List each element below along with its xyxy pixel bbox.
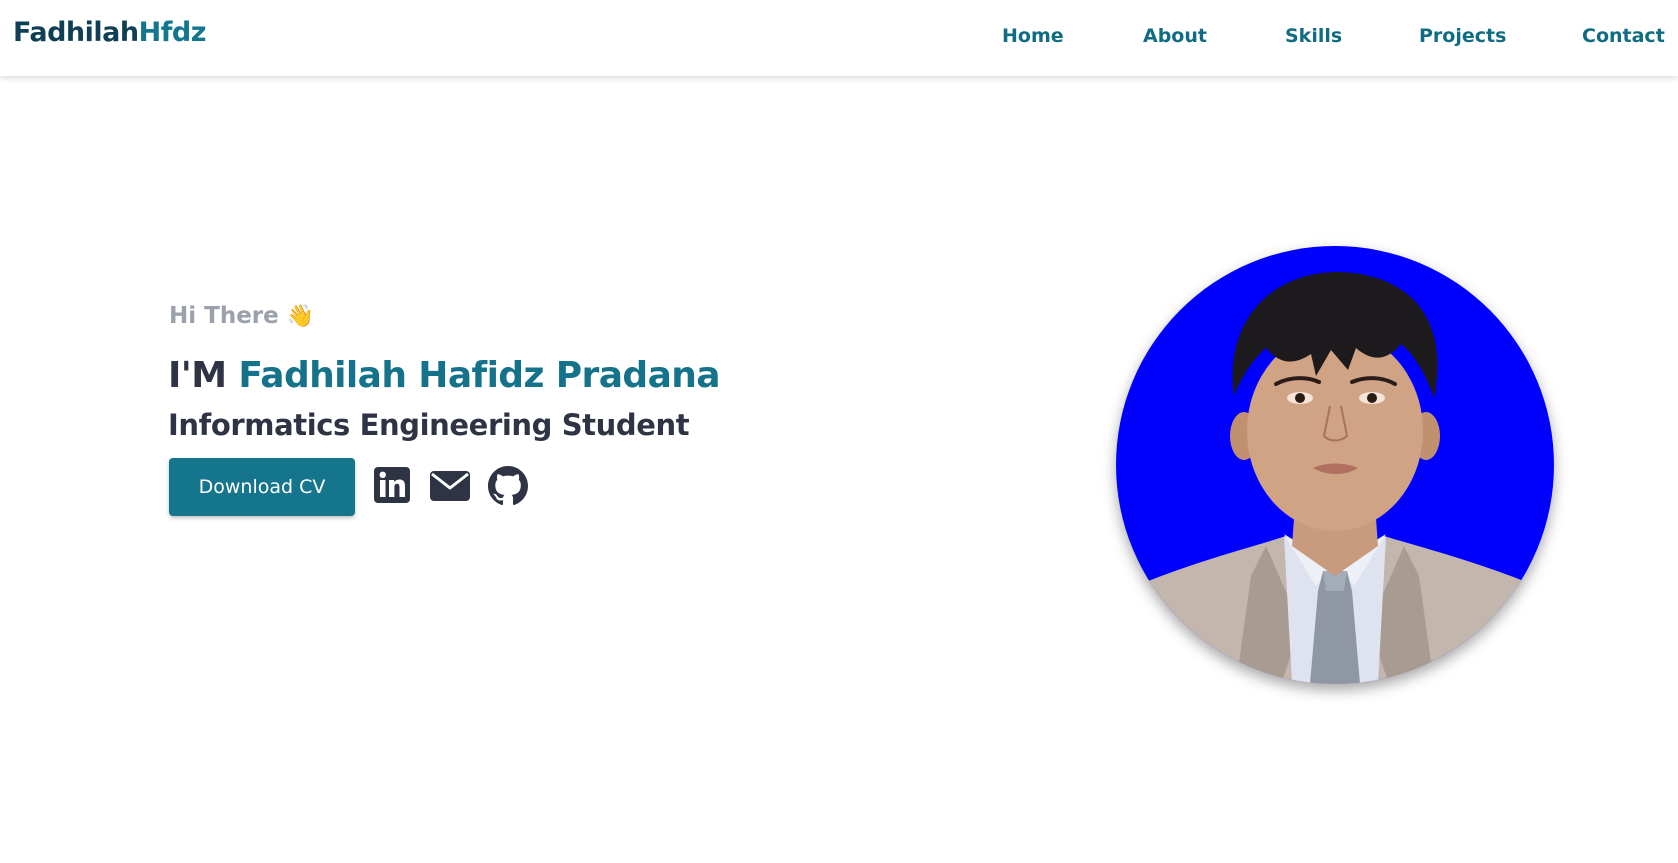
profile-portrait-image [1116, 246, 1554, 684]
linkedin-icon [374, 467, 410, 503]
brand-first: Fadhilah [13, 17, 139, 48]
nav-home-link[interactable]: Home [1002, 25, 1064, 47]
brand-logo[interactable]: FadhilahHfdz [13, 17, 206, 48]
linkedin-link[interactable] [373, 466, 413, 506]
waving-hand-icon: 👋 [286, 304, 315, 329]
brand-second: Hfdz [138, 17, 207, 48]
title-name: Fadhilah Hafidz Pradana [238, 355, 720, 396]
email-link[interactable] [429, 466, 471, 506]
greeting-text: Hi There [169, 303, 279, 329]
github-icon [488, 466, 528, 506]
nav-projects-link[interactable]: Projects [1419, 25, 1506, 47]
nav-about-link[interactable]: About [1143, 25, 1207, 47]
envelope-icon [430, 471, 470, 501]
download-cv-button[interactable]: Download CV [169, 458, 355, 516]
profile-photo [1116, 246, 1554, 684]
nav-contact-link[interactable]: Contact [1582, 25, 1665, 47]
nav-skills-link[interactable]: Skills [1285, 25, 1342, 47]
hero-subtitle: Informatics Engineering Student [168, 408, 690, 442]
title-prefix: I'M [168, 355, 239, 396]
hero-title: I'M Fadhilah Hafidz Pradana [168, 355, 721, 396]
hero-greeting: Hi There 👋 [169, 303, 314, 329]
github-link[interactable] [488, 466, 528, 506]
navbar: FadhilahHfdz Home About Skills Projects … [0, 0, 1678, 76]
